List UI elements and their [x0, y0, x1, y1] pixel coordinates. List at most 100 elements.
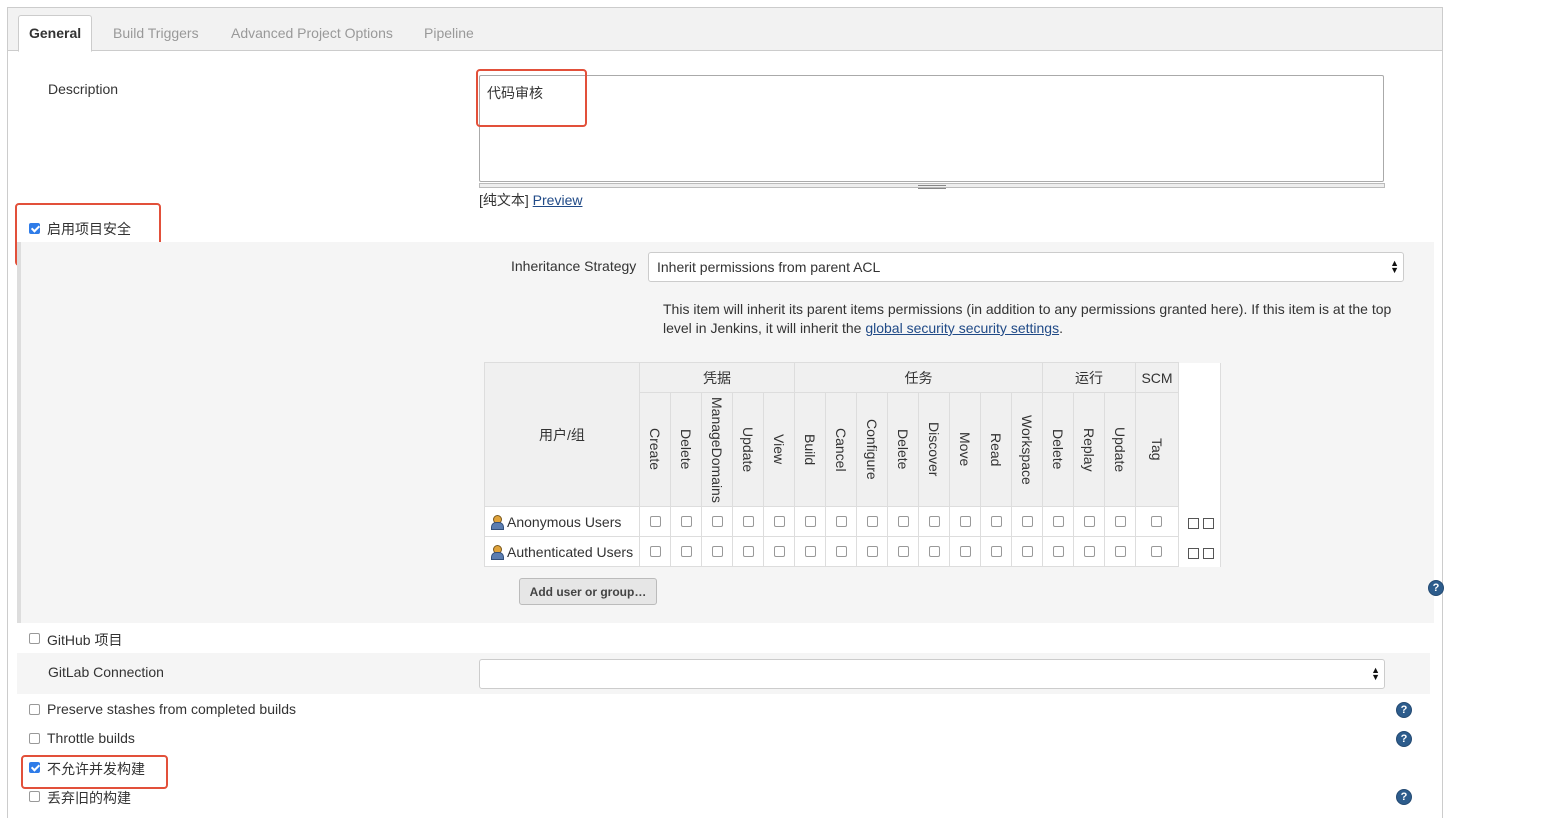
- permission-checkbox[interactable]: [960, 546, 971, 557]
- permission-checkbox[interactable]: [867, 546, 878, 557]
- tab-general[interactable]: General: [18, 15, 93, 52]
- permission-checkbox[interactable]: [650, 516, 661, 527]
- permission-checkbox[interactable]: [929, 516, 940, 527]
- inheritance-strategy-select[interactable]: Inherit permissions from parent ACL ▲ ▼: [648, 252, 1404, 282]
- throttle-builds-checkbox[interactable]: [29, 733, 40, 744]
- permission-checkbox[interactable]: [681, 546, 692, 557]
- perm-col-header: Delete: [895, 429, 911, 470]
- group-header-credentials: 凭据: [639, 362, 795, 393]
- inheritance-help-text: This item will inherit its parent items …: [663, 300, 1403, 338]
- select-all-icon[interactable]: [1188, 517, 1199, 529]
- permission-checkbox[interactable]: [1151, 516, 1162, 527]
- permission-checkbox[interactable]: [1084, 516, 1095, 527]
- perm-col-header: Build: [802, 433, 818, 466]
- permission-checkbox[interactable]: [867, 516, 878, 527]
- permission-checkbox[interactable]: [960, 516, 971, 527]
- permission-checkbox[interactable]: [650, 546, 661, 557]
- inheritance-strategy-label: Inheritance Strategy: [511, 258, 637, 274]
- table-row: Anonymous Users: [484, 506, 1221, 537]
- permission-checkbox[interactable]: [712, 546, 723, 557]
- perm-col-header: Workspace: [1019, 414, 1035, 485]
- perm-col-header: Delete: [678, 429, 694, 470]
- help-icon[interactable]: ?: [1396, 702, 1412, 718]
- global-security-link[interactable]: global security security settings: [865, 320, 1059, 336]
- gitlab-connection-label: GitLab Connection: [48, 664, 164, 680]
- permission-checkbox[interactable]: [1053, 516, 1064, 527]
- tab-pipeline[interactable]: Pipeline: [414, 16, 484, 50]
- select-arrows-icon: ▲ ▼: [1371, 665, 1380, 682]
- group-header-scm: SCM: [1135, 362, 1179, 393]
- row-actions-authenticated: [1186, 544, 1216, 560]
- perm-col-header: Cancel: [833, 427, 849, 472]
- permission-checkbox[interactable]: [898, 546, 909, 557]
- permission-checkbox[interactable]: [774, 546, 785, 557]
- permission-checkbox[interactable]: [1022, 516, 1033, 527]
- perm-col-header: ManageDomains: [709, 396, 725, 503]
- permission-checkbox[interactable]: [1151, 546, 1162, 557]
- permission-checkbox[interactable]: [836, 516, 847, 527]
- group-icon: [490, 514, 504, 530]
- user-cell-authenticated: Authenticated Users: [484, 536, 640, 567]
- preview-link[interactable]: Preview: [533, 192, 583, 208]
- perm-col-header: Update: [1112, 426, 1128, 473]
- permission-matrix: 用户/组 凭据 任务 运行 SCM Create Delete ManageDo…: [484, 362, 1221, 567]
- description-format-row: [纯文本] Preview: [479, 190, 582, 210]
- user-cell-anonymous: Anonymous Users: [484, 506, 640, 537]
- discard-old-builds-checkbox[interactable]: [29, 791, 40, 802]
- help-text-line-2: level in Jenkins, it will inherit the: [663, 320, 862, 336]
- user-group-header: 用户/组: [484, 362, 640, 507]
- tab-advanced-project-options[interactable]: Advanced Project Options: [221, 16, 403, 50]
- permission-checkbox[interactable]: [898, 516, 909, 527]
- table-row: Authenticated Users: [484, 536, 1221, 567]
- discard-old-builds-label: 丢弃旧的构建: [47, 790, 131, 806]
- perm-col-header: Tag: [1149, 438, 1165, 461]
- help-text-end: .: [1059, 320, 1063, 336]
- permission-checkbox[interactable]: [836, 546, 847, 557]
- permission-checkbox[interactable]: [1053, 546, 1064, 557]
- github-project-label: GitHub 项目: [47, 632, 123, 648]
- gitlab-connection-select[interactable]: ▲ ▼: [479, 659, 1385, 689]
- inheritance-strategy-value: Inherit permissions from parent ACL: [657, 259, 881, 275]
- user-name: Authenticated Users: [507, 543, 634, 560]
- perm-col-header: View: [771, 434, 787, 465]
- permission-checkbox[interactable]: [1084, 546, 1095, 557]
- help-icon[interactable]: ?: [1396, 731, 1412, 747]
- perm-col-header: Discover: [926, 422, 942, 477]
- select-all-icon[interactable]: [1188, 547, 1199, 559]
- row-actions-column: [1178, 362, 1221, 567]
- permission-checkbox[interactable]: [1022, 546, 1033, 557]
- unselect-all-icon[interactable]: [1203, 517, 1214, 529]
- permission-checkbox[interactable]: [1115, 546, 1126, 557]
- github-project-checkbox[interactable]: [29, 633, 40, 644]
- preserve-stashes-checkbox[interactable]: [29, 704, 40, 715]
- group-icon: [490, 544, 504, 560]
- permission-checkbox[interactable]: [743, 516, 754, 527]
- resize-grip-icon: [918, 185, 946, 189]
- permission-checkbox[interactable]: [712, 516, 723, 527]
- perm-col-header: Read: [988, 432, 1004, 467]
- tab-build-triggers[interactable]: Build Triggers: [103, 16, 209, 50]
- permission-checkbox[interactable]: [929, 546, 940, 557]
- row-actions-anonymous: [1186, 514, 1216, 530]
- plain-text-label: [纯文本]: [479, 192, 529, 208]
- permission-checkbox[interactable]: [991, 546, 1002, 557]
- tab-bar: General Build Triggers Advanced Project …: [8, 8, 1442, 52]
- permission-checkbox[interactable]: [1115, 516, 1126, 527]
- permission-checkbox[interactable]: [774, 516, 785, 527]
- permission-checkbox[interactable]: [743, 546, 754, 557]
- help-text-line-1: This item will inherit its parent items …: [663, 301, 1392, 317]
- unselect-all-icon[interactable]: [1203, 547, 1214, 559]
- add-user-or-group-button[interactable]: Add user or group…: [519, 578, 657, 605]
- permission-checkbox[interactable]: [805, 546, 816, 557]
- group-header-run: 运行: [1042, 362, 1136, 393]
- highlight-box-concurrent: [21, 755, 168, 789]
- preserve-stashes-label: Preserve stashes from completed builds: [47, 701, 296, 717]
- permission-checkbox[interactable]: [681, 516, 692, 527]
- permission-checkbox[interactable]: [991, 516, 1002, 527]
- description-textarea[interactable]: 代码审核: [479, 75, 1384, 182]
- user-name: Anonymous Users: [507, 513, 622, 530]
- highlight-box-description: [476, 69, 587, 127]
- permission-checkbox[interactable]: [805, 516, 816, 527]
- help-icon[interactable]: ?: [1428, 580, 1444, 596]
- perm-col-header: Update: [740, 426, 756, 473]
